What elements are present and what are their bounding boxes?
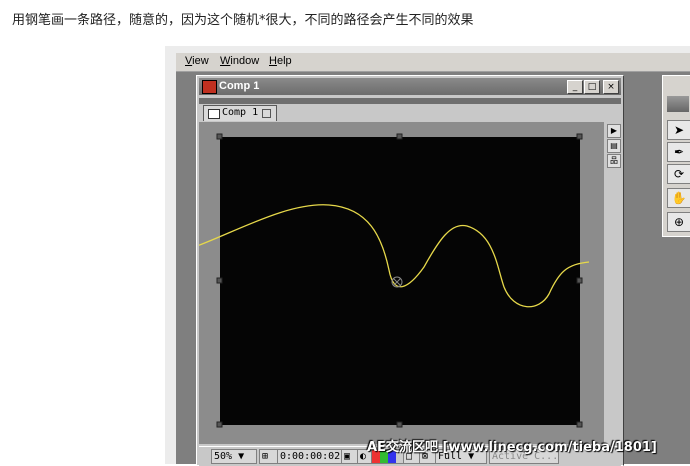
window-titlebar[interactable]: Comp 1 _ □ × <box>199 78 621 95</box>
flowchart-icon[interactable]: 品 <box>607 154 621 168</box>
zoom-dropdown[interactable]: 50% ▼ <box>211 449 257 464</box>
grid-toggle-icon[interactable]: ▤ <box>607 139 621 153</box>
zoom-value: 50% <box>214 451 233 462</box>
timecode-field[interactable]: 0:00:00:02 <box>277 449 343 464</box>
composition-viewer[interactable] <box>199 122 604 444</box>
tools-palette: ➤ ✒ ⟳ ✋ ⊕ <box>662 75 690 237</box>
menu-help[interactable]: Help <box>269 55 292 67</box>
tab-comp-1[interactable]: Comp 1 <box>203 105 277 121</box>
minimize-button[interactable]: _ <box>567 80 583 94</box>
tab-label: Comp 1 <box>222 107 259 118</box>
viewer-side-controls: ▶ ▤ 品 <box>606 122 621 444</box>
handle-top-right[interactable] <box>576 133 583 140</box>
composition-window: Comp 1 _ □ × Comp 1 ▶ ▤ 品 50% ▼ ⊞ 0:00:0… <box>196 75 624 466</box>
pen-tool-icon[interactable]: ✒ <box>667 142 690 162</box>
composition-icon <box>202 80 217 94</box>
maximize-button[interactable]: □ <box>584 80 600 94</box>
tab-close-icon[interactable] <box>262 109 271 118</box>
handle-top-center[interactable] <box>396 133 403 140</box>
handle-bottom-center[interactable] <box>396 421 403 428</box>
composition-frame <box>220 137 580 425</box>
menu-window[interactable]: Window <box>220 55 259 67</box>
close-button[interactable]: × <box>603 80 619 94</box>
zoom-tool-icon[interactable]: ⊕ <box>667 212 690 232</box>
tools-palette-header <box>667 96 689 112</box>
watermark: AE交流区吧 [www.linecg.com/tieba/1801] <box>367 440 657 455</box>
handle-top-left[interactable] <box>216 133 223 140</box>
selection-tool-icon[interactable]: ➤ <box>667 120 690 140</box>
tab-strip <box>199 98 621 104</box>
safe-zones-icon[interactable]: ⊞ <box>259 449 279 464</box>
handle-bottom-right[interactable] <box>576 421 583 428</box>
menu-bar: View Window Help <box>176 53 690 72</box>
tab-row: Comp 1 <box>199 96 621 122</box>
handle-bottom-left[interactable] <box>216 421 223 428</box>
rotation-tool-icon[interactable]: ⟳ <box>667 164 690 184</box>
tutorial-caption: 用钢笔画一条路径，随意的，因为这个随机*很大，不同的路径会产生不同的效果 <box>12 13 474 28</box>
after-effects-app: View Window Help Comp 1 _ □ × Comp 1 ▶ ▤… <box>176 53 690 466</box>
handle-middle-right[interactable] <box>576 277 583 284</box>
window-title: Comp 1 <box>219 80 260 92</box>
composition-tab-icon <box>208 109 220 119</box>
panel-menu-arrow-icon[interactable]: ▶ <box>607 124 621 138</box>
viewer-canvas <box>199 133 590 428</box>
hand-tool-icon[interactable]: ✋ <box>667 188 690 208</box>
menu-view[interactable]: View <box>185 55 209 67</box>
handle-middle-left[interactable] <box>216 277 223 284</box>
